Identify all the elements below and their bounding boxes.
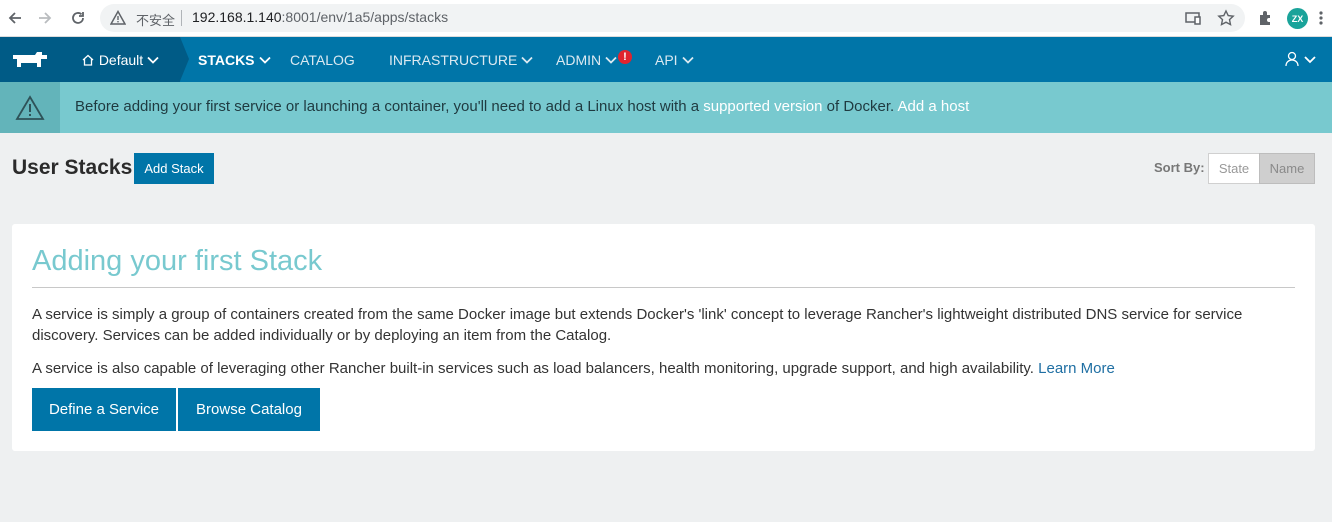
define-service-button[interactable]: Define a Service [32, 388, 176, 431]
chevron-down-icon [521, 56, 533, 64]
environment-notch [180, 37, 189, 81]
address-separator [181, 10, 182, 26]
browser-toolbar: 不安全 192.168.1.140:8001/env/1a5/apps/stac… [0, 0, 1332, 37]
warning-triangle-icon [15, 94, 45, 120]
app-header: Default STACKS CATALOG INFRASTRUCTURE AD… [0, 37, 1332, 82]
browser-menu-icon[interactable] [1318, 10, 1324, 31]
nav-infrastructure[interactable]: INFRASTRUCTURE [389, 37, 533, 82]
banner-text-before: Before adding your first service or laun… [75, 98, 700, 115]
nav-catalog-label: CATALOG [290, 51, 355, 68]
nav-admin[interactable]: ADMIN [556, 37, 617, 82]
extensions-icon[interactable] [1257, 9, 1275, 32]
no-host-banner: Before adding your first service or laun… [0, 82, 1332, 133]
banner-text-middle: of Docker. [826, 98, 895, 115]
supported-version-link[interactable]: supported version [703, 98, 822, 115]
rancher-logo-icon [13, 51, 47, 67]
card-divider [32, 287, 1295, 288]
nav-stacks-label: STACKS [198, 51, 255, 68]
first-stack-card: Adding your first Stack A service is sim… [12, 224, 1315, 451]
chevron-down-icon [147, 56, 159, 64]
banner-message: Before adding your first service or laun… [75, 98, 969, 115]
reload-button[interactable] [66, 6, 90, 30]
back-arrow-icon [8, 12, 21, 24]
page-title: User Stacks [12, 156, 133, 179]
address-bar[interactable]: 不安全 192.168.1.140:8001/env/1a5/apps/stac… [100, 4, 1245, 32]
banner-icon-box [0, 82, 60, 133]
forward-button[interactable] [33, 6, 57, 30]
nav-stacks[interactable]: STACKS [198, 37, 271, 82]
chevron-down-icon [258, 56, 271, 64]
url-text[interactable]: 192.168.1.140:8001/env/1a5/apps/stacks [192, 9, 448, 25]
home-icon [82, 54, 94, 66]
nav-api-label: API [655, 51, 678, 68]
environment-switcher[interactable]: Default [60, 37, 180, 82]
cast-icon[interactable] [1184, 9, 1202, 32]
add-stack-button[interactable]: Add Stack [134, 153, 214, 184]
sort-name-button[interactable]: Name [1259, 153, 1315, 184]
forward-arrow-icon [39, 12, 52, 24]
card-title: Adding your first Stack [32, 245, 323, 277]
insecure-label[interactable]: 不安全 [136, 10, 175, 29]
reload-icon [72, 12, 84, 24]
add-host-link[interactable]: Add a host [898, 98, 970, 115]
nav-admin-label: ADMIN [556, 51, 602, 68]
sort-by-label: Sort By: [1154, 160, 1205, 175]
admin-alert-badge[interactable]: ! [618, 50, 632, 64]
nav-infrastructure-label: INFRASTRUCTURE [389, 51, 518, 68]
learn-more-link[interactable]: Learn More [1038, 360, 1115, 377]
rancher-logo[interactable] [0, 37, 60, 82]
profile-avatar[interactable]: ZX [1287, 8, 1308, 29]
nav-catalog[interactable]: CATALOG [290, 37, 355, 82]
environment-name: Default [98, 51, 144, 68]
nav-api[interactable]: API [655, 37, 694, 82]
card-description: A service is simply a group of container… [32, 306, 1243, 344]
chevron-down-icon [605, 56, 617, 64]
url-host: 192.168.1.140 [192, 9, 282, 25]
url-path: :8001/env/1a5/apps/stacks [281, 9, 449, 25]
user-icon [1285, 51, 1316, 67]
card-description-secondary: A service is also capable of leveraging … [32, 358, 1302, 379]
sort-state-button[interactable]: State [1208, 153, 1260, 184]
chevron-down-icon [681, 56, 694, 64]
user-menu[interactable] [1285, 51, 1317, 72]
back-button[interactable] [3, 6, 27, 30]
card-description-secondary-text: A service is also capable of leveraging … [32, 360, 1034, 377]
browse-catalog-button[interactable]: Browse Catalog [178, 388, 320, 431]
warning-icon[interactable] [109, 9, 127, 31]
bookmark-star-icon[interactable] [1217, 9, 1235, 32]
